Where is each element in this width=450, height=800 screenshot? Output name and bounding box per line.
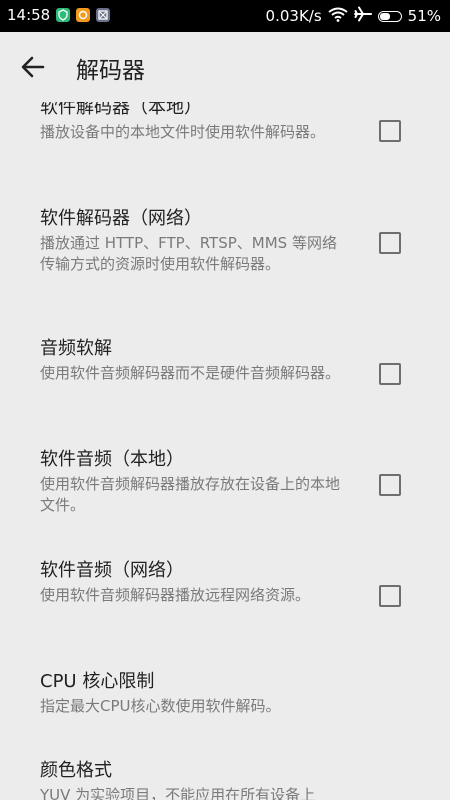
pref-software-decoder-network[interactable]: 软件解码器（网络） 播放通过 HTTP、FTP、RTSP、MMS 等网络传输方式… (0, 199, 450, 329)
pref-summary: 播放设备中的本地文件时使用软件解码器。 (40, 123, 326, 141)
page-title: 解码器 (76, 58, 145, 84)
preference-list[interactable]: 软件解码器（本地） 播放设备中的本地文件时使用软件解码器。 软件解码器（网络） … (0, 102, 450, 800)
pref-title: 软件解码器（本地） (40, 102, 202, 118)
battery-percent: 51% (407, 7, 441, 25)
pref-text: 软件音频（本地） 使用软件音频解码器播放存放在设备上的本地文件。 (40, 448, 342, 516)
checkbox-software-audio-network[interactable] (379, 585, 401, 607)
pref-summary: 使用软件音频解码器播放存放在设备上的本地文件。 (40, 475, 341, 514)
pref-title: CPU 核心限制 (40, 671, 155, 692)
pref-audio-software-decoding[interactable]: 音频软解 使用软件音频解码器而不是硬件音频解码器。 (0, 329, 450, 440)
pref-text: 软件解码器（本地） 播放设备中的本地文件时使用软件解码器。 (40, 102, 342, 143)
checkbox-software-decoder-network[interactable] (379, 232, 401, 254)
pref-title: 软件解码器（网络） (40, 208, 202, 229)
preference-list-content: 软件解码器（本地） 播放设备中的本地文件时使用软件解码器。 软件解码器（网络） … (0, 102, 450, 800)
app-notification-icon (76, 8, 90, 22)
pref-text: 音频软解 使用软件音频解码器而不是硬件音频解码器。 (40, 337, 342, 384)
battery-level-fill (379, 12, 390, 20)
airplane-mode-icon (353, 6, 372, 26)
checkbox-software-audio-local[interactable] (379, 474, 401, 496)
checkbox-audio-software-decoding[interactable] (379, 363, 401, 385)
pref-summary: 使用软件音频解码器播放远程网络资源。 (40, 586, 311, 604)
pref-title: 软件音频（网络） (40, 560, 184, 581)
pref-summary: YUV 为实验项目，不能应用在所有设备上 (40, 786, 316, 800)
pref-title: 颜色格式 (40, 760, 112, 781)
pref-software-decoder-local[interactable]: 软件解码器（本地） 播放设备中的本地文件时使用软件解码器。 (0, 102, 450, 199)
shield-notification-icon (56, 8, 70, 22)
status-indicators: 0.03K/s 51% (266, 6, 441, 26)
pref-title: 软件音频（本地） (40, 449, 184, 470)
pref-text: CPU 核心限制 指定最大CPU核心数使用软件解码。 (40, 670, 420, 717)
player-notification-icon (96, 8, 110, 22)
pref-text: 软件音频（网络） 使用软件音频解码器播放远程网络资源。 (40, 559, 342, 606)
pref-summary: 播放通过 HTTP、FTP、RTSP、MMS 等网络传输方式的资源时使用软件解码… (40, 234, 337, 273)
pref-color-format[interactable]: 颜色格式 YUV 为实验项目，不能应用在所有设备上 (0, 751, 450, 800)
status-bar: 14:58 0.03K/s 51% (0, 0, 450, 32)
pref-text: 软件解码器（网络） 播放通过 HTTP、FTP、RTSP、MMS 等网络传输方式… (40, 207, 342, 275)
checkbox-software-decoder-local[interactable] (379, 120, 401, 142)
back-arrow-icon[interactable] (18, 52, 48, 82)
pref-title: 音频软解 (40, 338, 112, 359)
pref-text: 颜色格式 YUV 为实验项目，不能应用在所有设备上 (40, 759, 420, 800)
pref-software-audio-local[interactable]: 软件音频（本地） 使用软件音频解码器播放存放在设备上的本地文件。 (0, 440, 450, 551)
wifi-icon (328, 7, 348, 26)
app-bar: 解码器 (0, 32, 450, 102)
pref-cpu-core-limit[interactable]: CPU 核心限制 指定最大CPU核心数使用软件解码。 (0, 662, 450, 751)
battery-icon (377, 10, 402, 22)
status-time: 14:58 (7, 6, 51, 24)
pref-software-audio-network[interactable]: 软件音频（网络） 使用软件音频解码器播放远程网络资源。 (0, 551, 450, 662)
pref-summary: 指定最大CPU核心数使用软件解码。 (40, 697, 281, 715)
network-speed: 0.03K/s (265, 7, 322, 25)
pref-summary: 使用软件音频解码器而不是硬件音频解码器。 (40, 364, 341, 382)
